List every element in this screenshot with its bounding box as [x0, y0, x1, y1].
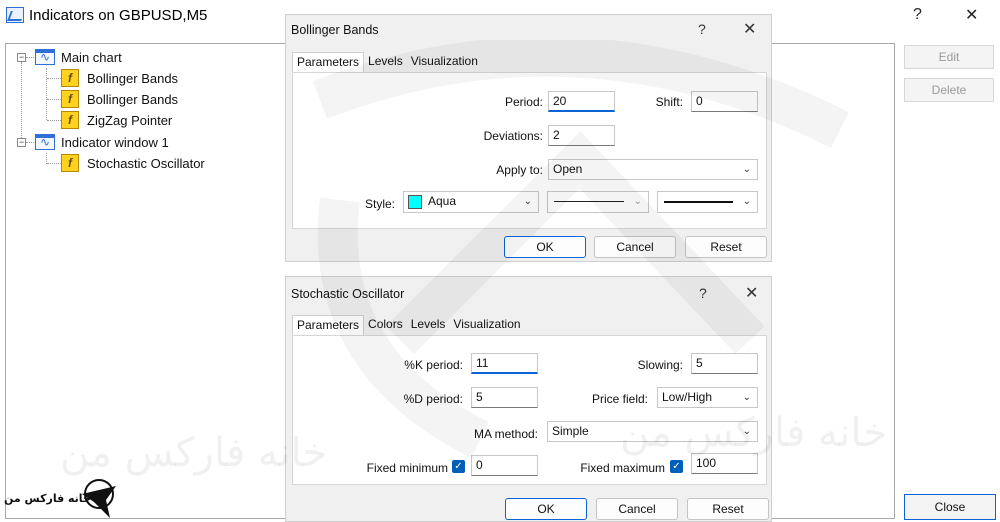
slowing-input[interactable]: 5 [691, 353, 758, 374]
aqua-swatch [408, 195, 422, 209]
tree-item-indicator-window-1[interactable]: Indicator window 1 [35, 132, 169, 152]
bollinger-bands-dialog: Bollinger Bands ? ✕ Parameters Levels Vi… [285, 14, 772, 262]
reset-button[interactable]: Reset [687, 498, 769, 520]
tree-item-bollinger-bands-1[interactable]: f Bollinger Bands [61, 68, 178, 88]
custom-indicator-icon: f [61, 111, 79, 129]
chevron-down-icon: ⌄ [742, 164, 751, 175]
chart-window-icon [35, 134, 55, 150]
cancel-button[interactable]: Cancel [594, 236, 676, 258]
main-window-title: Indicators on GBPUSD,M5 [29, 7, 208, 24]
color-value: Aqua [428, 194, 457, 208]
tree-item-label: Indicator window 1 [61, 134, 169, 150]
color-select[interactable]: Aqua ⌄ [403, 191, 539, 213]
close-button[interactable]: Close [904, 494, 996, 520]
ma-method-value: Simple [552, 424, 589, 438]
indicator-icon: f [61, 69, 79, 87]
tree-item-label: Bollinger Bands [87, 91, 179, 107]
cancel-button[interactable]: Cancel [596, 498, 678, 520]
brand-logo-text: خانه فارکس من [4, 492, 91, 505]
fixed-maximum-label: Fixed maximum [580, 461, 665, 475]
collapse-main-chart-icon[interactable]: − [17, 53, 26, 62]
apply-to-label: Apply to: [496, 163, 543, 177]
reset-button[interactable]: Reset [685, 236, 767, 258]
parameters-panel: Period: 20 Shift: 0 Deviations: 2 Apply … [292, 72, 767, 229]
tab-bar: Parameters Colors Levels Visualization [292, 315, 525, 336]
chevron-down-icon: ⌄ [523, 196, 532, 207]
delete-button[interactable]: Delete [904, 78, 994, 102]
indicator-icon: f [61, 154, 79, 172]
tab-bar: Parameters Levels Visualization [292, 52, 482, 73]
ok-button[interactable]: OK [504, 236, 586, 258]
period-label: Period: [504, 95, 543, 109]
line-style-select[interactable]: ⌄ [547, 191, 649, 213]
tab-visualization[interactable]: Visualization [449, 315, 524, 335]
deviations-label: Deviations: [483, 129, 543, 143]
tree-item-label: Stochastic Oscillator [87, 155, 205, 171]
close-icon[interactable]: ✕ [965, 5, 978, 25]
shift-input[interactable]: 0 [691, 91, 758, 112]
close-icon[interactable]: ✕ [743, 19, 756, 39]
shift-label: Shift: [655, 95, 683, 109]
close-icon[interactable]: ✕ [745, 283, 758, 303]
fixed-minimum-label: Fixed minimum [366, 461, 448, 475]
line-style-sample [554, 201, 624, 202]
style-label: Style: [364, 197, 395, 211]
period-input[interactable]: 20 [548, 91, 615, 112]
tab-parameters[interactable]: Parameters [292, 315, 365, 336]
stochastic-oscillator-dialog: Stochastic Oscillator ? ✕ Parameters Col… [285, 276, 772, 522]
ok-button[interactable]: OK [505, 498, 587, 520]
watermark-text: خانه فارکس من [620, 410, 888, 456]
chart-window-icon [35, 49, 55, 65]
chart-window-icon [6, 7, 24, 23]
fixed-minimum-input[interactable]: 0 [471, 455, 538, 476]
tree-item-label: Main chart [61, 49, 122, 65]
tab-visualization[interactable]: Visualization [407, 52, 482, 72]
price-field-label: Price field: [591, 392, 648, 406]
tab-parameters[interactable]: Parameters [292, 52, 365, 73]
collapse-indicator-window-icon[interactable]: − [17, 138, 26, 147]
help-icon[interactable]: ? [699, 285, 707, 301]
k-period-input[interactable]: 11 [471, 353, 538, 374]
watermark-text: خانه فارکس من [60, 430, 328, 476]
tree-item-zigzag-pointer[interactable]: f ZigZag Pointer [61, 110, 172, 130]
chevron-down-icon: ⌄ [742, 392, 751, 403]
help-icon[interactable]: ? [698, 21, 706, 37]
price-field-select[interactable]: Low/High ⌄ [657, 387, 758, 408]
fixed-minimum-checkbox[interactable]: ✓ [452, 460, 465, 473]
tree-item-bollinger-bands-2[interactable]: f Bollinger Bands [61, 89, 178, 109]
apply-to-value: Open [553, 162, 583, 176]
d-period-label: %D period: [403, 392, 463, 406]
dialog-title: Stochastic Oscillator [291, 287, 405, 301]
tab-colors[interactable]: Colors [364, 315, 407, 335]
tree-item-stochastic-oscillator[interactable]: f Stochastic Oscillator [61, 153, 205, 173]
d-period-input[interactable]: 5 [471, 387, 538, 408]
line-width-sample [664, 201, 733, 203]
help-icon[interactable]: ? [913, 6, 922, 24]
tab-levels[interactable]: Levels [407, 315, 450, 335]
indicator-icon: f [61, 90, 79, 108]
tree-item-main-chart[interactable]: Main chart [35, 47, 122, 67]
deviations-input[interactable]: 2 [548, 125, 615, 146]
fixed-maximum-input[interactable]: 100 [691, 453, 758, 474]
tree-item-label: ZigZag Pointer [87, 112, 173, 128]
slowing-label: Slowing: [637, 358, 683, 372]
ma-method-label: MA method: [473, 427, 538, 441]
k-period-label: %K period: [404, 358, 463, 372]
fixed-maximum-checkbox[interactable]: ✓ [670, 460, 683, 473]
line-width-select[interactable]: ⌄ [657, 191, 758, 213]
apply-to-select[interactable]: Open ⌄ [548, 159, 758, 180]
edit-button[interactable]: Edit [904, 45, 994, 69]
chevron-down-icon: ⌄ [633, 196, 642, 207]
chevron-down-icon: ⌄ [742, 196, 751, 207]
tab-levels[interactable]: Levels [364, 52, 407, 72]
dialog-title: Bollinger Bands [291, 23, 379, 37]
tree-item-label: Bollinger Bands [87, 70, 179, 86]
price-field-value: Low/High [662, 390, 713, 404]
